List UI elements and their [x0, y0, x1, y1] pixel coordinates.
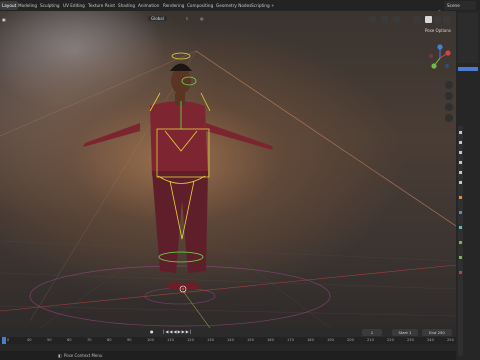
scene-properties-icon[interactable]: [459, 171, 462, 174]
zoom-icon[interactable]: [445, 81, 453, 89]
frame-tick-label: 70: [87, 338, 92, 342]
frame-tick-label: 180: [307, 338, 314, 342]
frame-tick-label: 110: [167, 338, 174, 342]
object-properties-icon[interactable]: [459, 196, 462, 199]
auto-keying-icon[interactable]: ●: [150, 329, 154, 334]
proportional-icon[interactable]: ◎: [200, 16, 204, 21]
perspective-toggle-icon[interactable]: [445, 114, 453, 122]
pan-icon[interactable]: [445, 92, 453, 100]
timeline-header: [0, 328, 456, 337]
frame-tick-label: 210: [367, 338, 374, 342]
end-frame-value: 250: [437, 330, 445, 335]
modifier-icon[interactable]: [459, 211, 462, 214]
tab-rendering[interactable]: Rendering: [163, 1, 184, 10]
status-bar: ◧ Pose Context Menu: [0, 351, 456, 360]
tab-shading[interactable]: Shading: [118, 1, 135, 10]
frame-tick-label: 120: [187, 338, 194, 342]
start-frame-value: 1: [409, 330, 412, 335]
viewport-scene: [0, 50, 456, 328]
render-properties-icon[interactable]: [459, 141, 462, 144]
current-frame-field[interactable]: 1: [362, 329, 382, 336]
shading-solid-icon[interactable]: [425, 16, 432, 23]
frame-tick-label: 160: [267, 338, 274, 342]
scene-icon[interactable]: [436, 2, 443, 17]
shading-rendered-icon[interactable]: [443, 16, 450, 23]
tab-texture-paint[interactable]: Texture Paint: [88, 1, 115, 10]
frame-tick-label: 80: [107, 338, 112, 342]
frame-tick-label: 240: [427, 338, 434, 342]
playhead[interactable]: [2, 337, 6, 344]
gizmo-icon[interactable]: [381, 16, 388, 23]
visibility-icon[interactable]: [369, 16, 376, 23]
view-layer-icon[interactable]: [459, 161, 462, 164]
overlay-icon[interactable]: [393, 16, 400, 23]
frame-tick-label: 90: [127, 338, 132, 342]
tab-animation[interactable]: Animation: [138, 1, 159, 10]
tab-modeling[interactable]: Modeling: [18, 1, 37, 10]
outliner-area[interactable]: [458, 13, 478, 63]
frame-tick-label: 50: [47, 338, 52, 342]
object-data-icon[interactable]: [459, 241, 462, 244]
outliner-properties-panel: [456, 11, 480, 360]
frame-tick-label: 200: [347, 338, 354, 342]
status-hint: Pose Context Menu: [64, 353, 103, 358]
frame-tick-label: 140: [227, 338, 234, 342]
tab-geometry-nodes[interactable]: Geometry Nodes: [216, 1, 251, 10]
frame-tick-label: 100: [147, 338, 154, 342]
playback-controls[interactable]: |◀◀◀▶▶▶|: [163, 329, 192, 334]
frame-tick-label: 230: [407, 338, 414, 342]
bone-properties-icon[interactable]: [459, 256, 462, 259]
start-frame-field[interactable]: Start 1: [392, 329, 418, 336]
physics-icon[interactable]: [459, 226, 462, 229]
end-frame-label: End: [429, 330, 437, 335]
frame-tick-label: 250: [447, 338, 454, 342]
tab-layout[interactable]: Layout: [0, 1, 19, 10]
tab-scripting[interactable]: Scripting: [251, 1, 270, 10]
snap-icon[interactable]: ⌇: [186, 16, 188, 21]
frame-tick-label: 60: [67, 338, 72, 342]
3d-viewport[interactable]: ▣ Global ⌇ ◎ Pose Options: [0, 11, 456, 328]
frame-tick-label: 220: [387, 338, 394, 342]
frame-tick-label: 130: [207, 338, 214, 342]
frame-tick-label: 190: [327, 338, 334, 342]
tool-properties-icon[interactable]: [459, 131, 462, 134]
camera-view-icon[interactable]: [445, 103, 453, 111]
tab-uv-editing[interactable]: UV Editing: [63, 1, 85, 10]
transform-orientation-dropdown[interactable]: Global: [148, 16, 167, 21]
scene-name-field[interactable]: Scene: [444, 1, 476, 10]
outliner-selected-row[interactable]: [458, 67, 478, 71]
output-properties-icon[interactable]: [459, 151, 462, 154]
tab-compositing[interactable]: Compositing: [187, 1, 213, 10]
shading-material-icon[interactable]: [434, 16, 441, 23]
tab-sculpting[interactable]: Sculpting: [40, 1, 60, 10]
pose-options-dropdown[interactable]: Pose Options: [425, 28, 451, 33]
frame-tick-label: 0: [7, 338, 10, 342]
start-frame-label: Start: [398, 330, 408, 335]
frame-tick-label: 40: [27, 338, 32, 342]
world-properties-icon[interactable]: [459, 181, 462, 184]
frame-tick-label: 170: [287, 338, 294, 342]
transform-orientation-label: Global: [151, 16, 164, 21]
end-frame-field[interactable]: End 250: [422, 329, 452, 336]
material-icon[interactable]: [459, 271, 462, 274]
editor-type-label[interactable]: ▣: [2, 17, 6, 22]
mouse-right-icon: ◧: [58, 353, 62, 358]
xray-icon[interactable]: [414, 16, 421, 23]
add-workspace-button[interactable]: +: [271, 1, 275, 10]
frame-tick-label: 150: [247, 338, 254, 342]
workspace-tabs-bar: Layout Modeling Sculpting UV Editing Tex…: [0, 0, 480, 17]
navigation-gizmo[interactable]: [426, 43, 454, 73]
